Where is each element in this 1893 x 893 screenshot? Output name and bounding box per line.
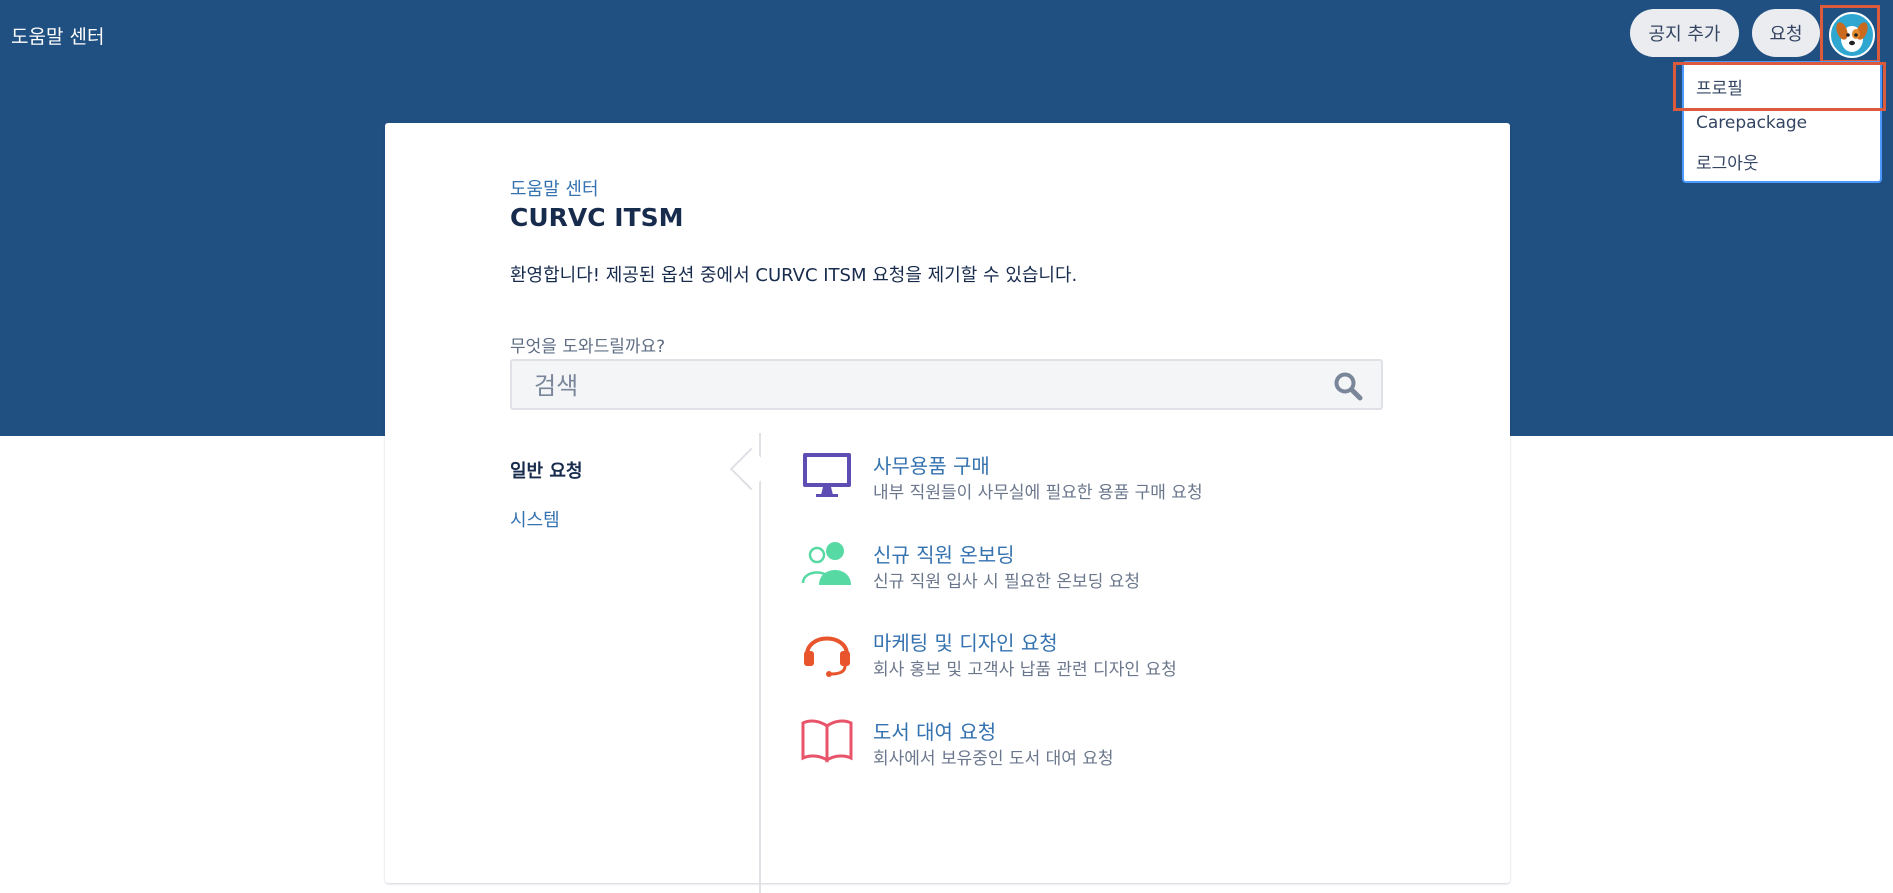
welcome-message: 환영합니다! 제공된 옵션 중에서 CURVC ITSM 요청을 제기할 수 있… bbox=[510, 265, 1078, 286]
request-type-book-rental[interactable]: 도서 대여 요청 회사에서 보유중인 도서 대여 요청 bbox=[801, 716, 1401, 776]
request-title: 신규 직원 온보딩 bbox=[873, 543, 1015, 567]
request-description: 회사에서 보유중인 도서 대여 요청 bbox=[873, 749, 1114, 769]
request-type-office-supplies[interactable]: 사무용품 구매 내부 직원들이 사무실에 필요한 용품 구매 요청 bbox=[801, 450, 1401, 510]
add-notice-button[interactable]: 공지 추가 bbox=[1630, 9, 1739, 57]
monitor-icon bbox=[803, 453, 851, 497]
portal-card: 도움말 센터 CURVC ITSM 환영합니다! 제공된 옵션 중에서 CURV… bbox=[385, 123, 1510, 893]
category-general-requests[interactable]: 일반 요청 bbox=[510, 457, 583, 483]
category-divider bbox=[759, 433, 761, 893]
headset-icon bbox=[804, 636, 850, 677]
dog-avatar-icon bbox=[1836, 22, 1868, 52]
help-center-brand[interactable]: 도움말 센터 bbox=[11, 22, 104, 49]
page-title: CURVC ITSM bbox=[510, 203, 684, 232]
request-description: 신규 직원 입사 시 필요한 온보딩 요청 bbox=[873, 572, 1141, 592]
request-title: 도서 대여 요청 bbox=[873, 720, 997, 744]
request-type-onboarding[interactable]: 신규 직원 온보딩 신규 직원 입사 시 필요한 온보딩 요청 bbox=[801, 539, 1401, 599]
profile-avatar-button[interactable] bbox=[1820, 5, 1880, 63]
menu-item-carepackage[interactable]: Carepackage bbox=[1696, 113, 1807, 133]
requests-button[interactable]: 요청 bbox=[1752, 9, 1820, 57]
request-description: 내부 직원들이 사무실에 필요한 용품 구매 요청 bbox=[873, 483, 1203, 503]
request-description: 회사 홍보 및 고객사 납품 관련 디자인 요청 bbox=[873, 660, 1177, 680]
request-type-marketing-design[interactable]: 마케팅 및 디자인 요청 회사 홍보 및 고객사 납품 관련 디자인 요청 bbox=[801, 627, 1401, 687]
search-label: 무엇을 도와드릴까요? bbox=[510, 337, 666, 357]
people-icon bbox=[801, 542, 851, 585]
profile-item-highlight bbox=[1673, 62, 1886, 111]
menu-item-logout[interactable]: 로그아웃 bbox=[1696, 149, 1759, 174]
book-icon bbox=[801, 719, 853, 763]
search-box bbox=[510, 359, 1383, 410]
request-title: 사무용품 구매 bbox=[873, 454, 990, 478]
breadcrumb[interactable]: 도움말 센터 bbox=[510, 175, 599, 201]
avatar bbox=[1829, 12, 1875, 58]
category-system[interactable]: 시스템 bbox=[510, 506, 560, 532]
search-icon[interactable] bbox=[1333, 371, 1363, 401]
request-title: 마케팅 및 디자인 요청 bbox=[873, 631, 1058, 655]
search-input[interactable] bbox=[532, 361, 1316, 410]
